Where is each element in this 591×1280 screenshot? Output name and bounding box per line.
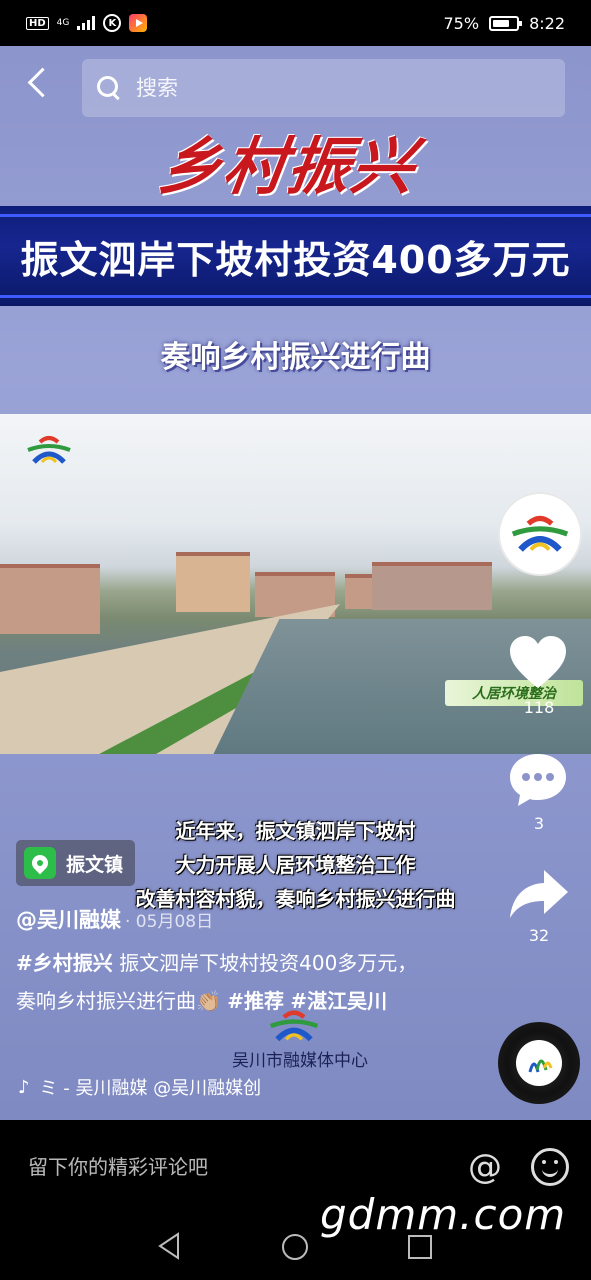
- scene-building: [345, 574, 375, 609]
- comment-icon[interactable]: [508, 752, 568, 808]
- search-box[interactable]: [82, 59, 565, 117]
- back-button[interactable]: [24, 64, 60, 100]
- scene-building: [0, 564, 100, 634]
- action-rail: 118 3 32: [498, 46, 591, 1120]
- comment-input[interactable]: [28, 1155, 465, 1179]
- search-input[interactable]: [136, 76, 516, 100]
- hashtag[interactable]: #乡村振兴: [16, 951, 113, 975]
- like-count: 118: [523, 698, 555, 717]
- hd-icon: HD: [26, 16, 49, 30]
- share-icon[interactable]: [508, 866, 570, 922]
- nav-home-icon[interactable]: [282, 1234, 308, 1260]
- post-description: #乡村振兴 振文泗岸下坡村投资400多万元，奏响乡村振兴进行曲👏🏼 #推荐 #湛…: [16, 944, 436, 1020]
- location-chip[interactable]: 振文镇: [16, 840, 136, 886]
- status-icons-right: 75% 8:22: [444, 14, 566, 33]
- location-label: 振文镇: [66, 853, 124, 876]
- author-name[interactable]: @吴川融媒: [16, 904, 121, 934]
- music-note-icon: ♪: [18, 1076, 30, 1098]
- emoji-icon[interactable]: [531, 1148, 569, 1186]
- signal-icon: [77, 16, 96, 30]
- media-center-watermark: 吴川市融媒体中心: [232, 1051, 368, 1071]
- hashtag[interactable]: #推荐: [227, 989, 284, 1013]
- status-bar: HD 4G K 75% 8:22: [0, 0, 591, 46]
- video-app-icon: [129, 14, 148, 32]
- music-disc-cover: [516, 1040, 562, 1086]
- search-icon: [96, 75, 122, 101]
- music-row[interactable]: ♪ ミ - 吴川融媒 @吴川融媒创: [18, 1074, 318, 1100]
- music-disc[interactable]: [498, 1022, 580, 1104]
- station-logo-icon: [27, 436, 71, 464]
- network-type-label: 4G: [56, 17, 70, 28]
- video-player[interactable]: 乡村振兴 振文泗岸下坡村投资400多万元 奏响乡村振兴进行曲 人居环境整治 近年…: [0, 46, 591, 1120]
- author-logo-icon: [511, 515, 569, 552]
- share-count: 32: [528, 926, 550, 945]
- heart-icon[interactable]: [508, 634, 568, 694]
- scene-building: [372, 562, 492, 610]
- k-app-icon: K: [103, 14, 122, 32]
- location-pin-icon: [24, 847, 56, 879]
- music-cover-logo-icon: [528, 1059, 553, 1073]
- post-date: · 05月08日: [125, 912, 214, 932]
- nav-back-icon[interactable]: [156, 1232, 182, 1260]
- scene-building: [176, 552, 250, 612]
- video-title-art: 乡村振兴: [154, 130, 421, 203]
- author-row: @吴川融媒 · 05月08日: [16, 904, 213, 934]
- comment-count: 3: [533, 814, 545, 833]
- author-avatar[interactable]: [498, 492, 582, 576]
- clock: 8:22: [529, 13, 565, 33]
- battery-icon: [489, 15, 523, 31]
- battery-percent: 75%: [443, 13, 480, 33]
- music-title: ミ - 吴川融媒 @吴川融媒创: [39, 1078, 262, 1099]
- status-icons-left: HD 4G K: [26, 14, 148, 32]
- site-watermark: gdmm.com: [320, 1190, 567, 1239]
- hashtag[interactable]: #湛江吴川: [290, 989, 387, 1013]
- mention-button[interactable]: @: [465, 1147, 505, 1187]
- video-headline: 振文泗岸下坡村投资400多万元: [20, 237, 571, 282]
